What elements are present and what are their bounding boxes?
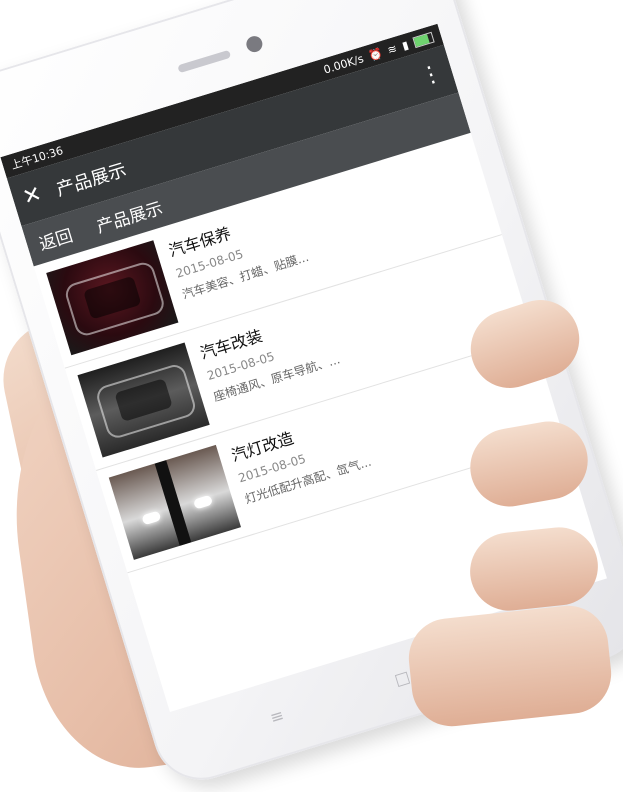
wifi-icon: ≋ (385, 41, 399, 57)
battery-icon (412, 31, 435, 48)
close-icon[interactable]: ✕ (20, 182, 45, 211)
finger-pinky (404, 601, 616, 731)
product-thumbnail (108, 444, 242, 560)
product-thumbnail (46, 240, 179, 356)
battery-fill (413, 33, 430, 47)
product-thumbnail (77, 342, 210, 458)
more-vertical-icon[interactable]: ⋮ (417, 60, 445, 90)
back-button[interactable]: 返回 (35, 221, 75, 255)
menu-key-icon[interactable]: ≡ (268, 705, 286, 727)
alarm-icon: ⏰ (367, 45, 384, 63)
headlight-left (141, 510, 162, 526)
phone-speaker (177, 49, 232, 74)
page-title: 产品展示 (53, 159, 129, 201)
car-stripe (154, 460, 192, 546)
signal-icon: ▮ (400, 37, 410, 53)
headlight-right (192, 494, 214, 510)
phone-camera (244, 34, 265, 55)
